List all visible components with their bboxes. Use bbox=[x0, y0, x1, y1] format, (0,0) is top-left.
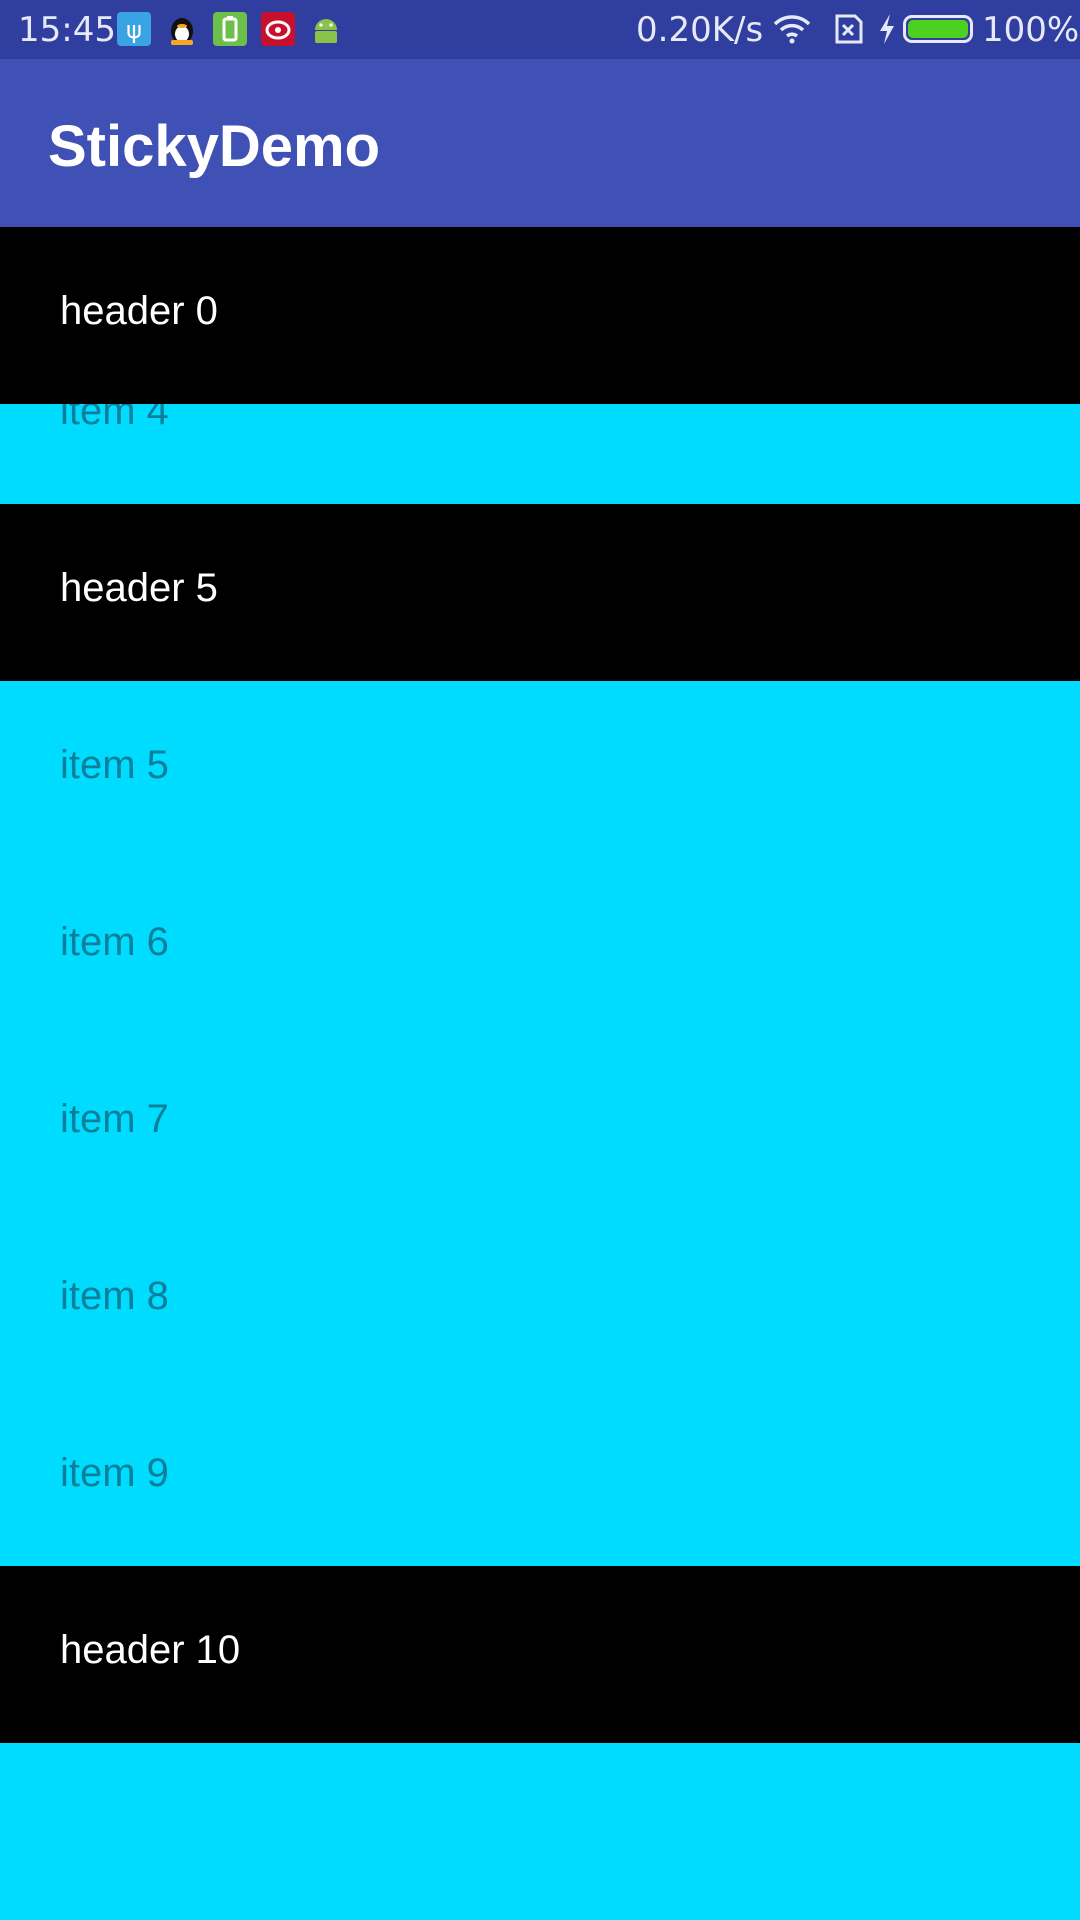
status-time: 15:45 bbox=[18, 10, 116, 50]
sticky-header-label: header 0 bbox=[60, 289, 218, 333]
status-bar: 15:45 ψ 0.20K/s 100% bbox=[0, 0, 1080, 59]
sticky-list[interactable]: header 0 item 3item 4header 5item 5item … bbox=[0, 227, 1080, 1920]
list-item-label: item 5 bbox=[60, 743, 169, 787]
sticky-header[interactable]: header 0 bbox=[0, 227, 1080, 404]
qq-icon bbox=[165, 12, 199, 46]
sina-weibo-icon bbox=[261, 12, 295, 46]
list-item[interactable]: item 7 bbox=[0, 1035, 1080, 1212]
battery-percent: 100% bbox=[982, 10, 1080, 50]
usb-icon: ψ bbox=[117, 12, 151, 46]
section-header-label: header 10 bbox=[60, 1628, 241, 1672]
battery-saver-icon bbox=[213, 12, 247, 46]
list-item[interactable]: item 9 bbox=[0, 1389, 1080, 1566]
battery-icon bbox=[903, 15, 973, 43]
svg-text:ψ: ψ bbox=[126, 16, 142, 44]
list-item-label: item 7 bbox=[60, 1097, 169, 1141]
list-item[interactable]: item 5 bbox=[0, 681, 1080, 858]
section-header[interactable]: header 5 bbox=[0, 504, 1080, 681]
section-header-label: header 5 bbox=[60, 566, 218, 610]
no-sim-icon bbox=[829, 12, 865, 55]
list-item-label: item 8 bbox=[60, 1274, 169, 1318]
android-icon bbox=[309, 12, 343, 46]
list-item[interactable]: item 8 bbox=[0, 1212, 1080, 1389]
app-bar: StickyDemo bbox=[0, 59, 1080, 227]
section-header[interactable]: header 10 bbox=[0, 1566, 1080, 1743]
charging-bolt-icon bbox=[876, 12, 898, 55]
list-item-label: item 9 bbox=[60, 1451, 169, 1495]
list-item[interactable]: item 6 bbox=[0, 858, 1080, 1035]
app-title: StickyDemo bbox=[48, 114, 381, 179]
network-speed: 0.20K/s bbox=[636, 10, 764, 50]
wifi-icon bbox=[772, 12, 812, 55]
list-item-label: item 6 bbox=[60, 920, 169, 964]
